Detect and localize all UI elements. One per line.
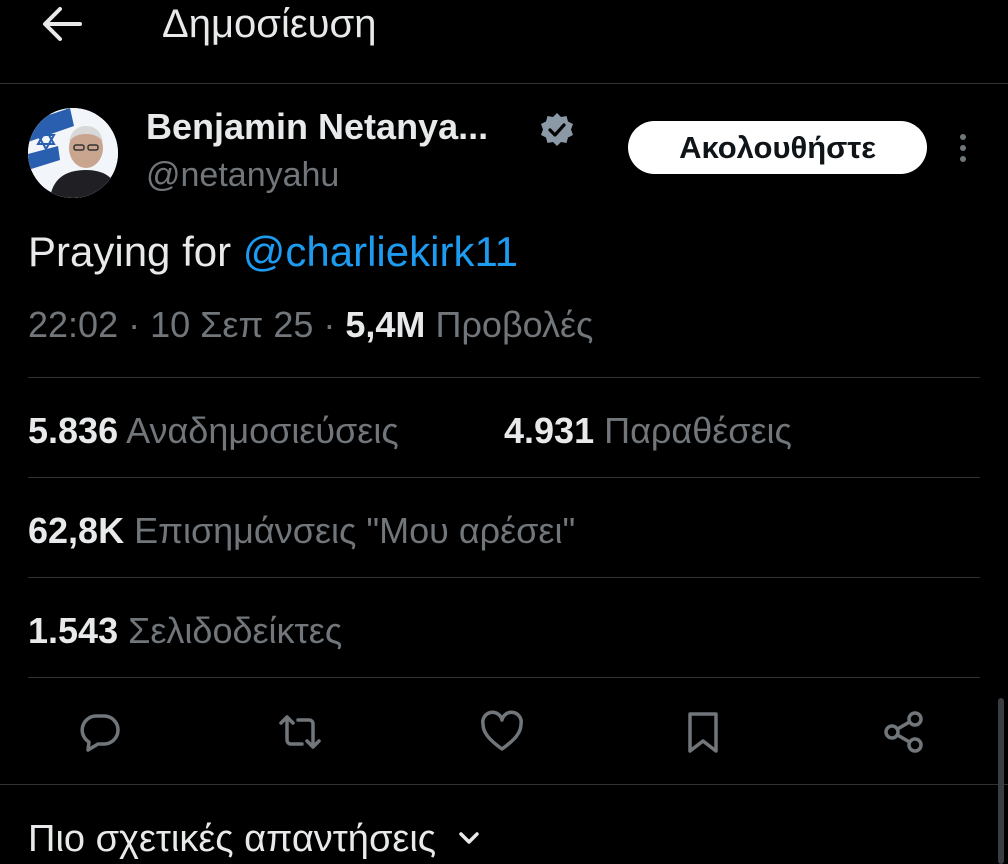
share-icon[interactable] <box>880 708 928 756</box>
post-meta: 22:02 · 10 Σεπ 25 · 5,4M Προβολές <box>28 304 593 346</box>
like-icon[interactable] <box>478 708 526 756</box>
quotes-label: Παραθέσεις <box>604 410 792 451</box>
author-handle[interactable]: @netanyahu <box>146 156 339 195</box>
repost-icon[interactable] <box>276 708 324 756</box>
post-time[interactable]: 22:02 <box>28 304 118 345</box>
post-date[interactable]: 10 Σεπ 25 <box>150 304 313 345</box>
quotes-count: 4.931 <box>504 410 595 451</box>
mention-link[interactable]: @charliekirk11 <box>243 228 518 275</box>
reposts-label: Αναδημοσιεύσεις <box>126 410 399 451</box>
bookmark-icon[interactable] <box>679 708 727 756</box>
likes-label: Επισημάνσεις "Μου αρέσει" <box>134 510 576 551</box>
reposts-count: 5.836 <box>28 410 119 451</box>
verified-badge-icon <box>538 111 576 149</box>
divider <box>28 677 980 678</box>
scrollbar[interactable] <box>998 698 1004 864</box>
follow-button[interactable]: Ακολουθήστε <box>628 121 927 174</box>
author-name[interactable]: Benjamin Netanya... <box>146 106 488 148</box>
meta-separator: · <box>128 304 141 345</box>
chevron-down-icon <box>455 819 483 862</box>
replies-sort-dropdown[interactable]: Πιο σχετικές απαντήσεις <box>28 818 483 862</box>
post-text-body: Praying for <box>28 228 243 275</box>
post-text: Praying for @charliekirk11 <box>28 228 518 276</box>
divider <box>28 577 980 578</box>
views-label: Προβολές <box>435 304 594 345</box>
divider <box>28 477 980 478</box>
header-divider <box>0 83 1008 84</box>
bookmarks-count: 1.543 <box>28 610 119 651</box>
back-arrow-icon[interactable] <box>40 4 84 44</box>
reposts-stat[interactable]: 5.836 Αναδημοσιεύσεις <box>28 410 399 452</box>
views-count: 5,4M <box>345 304 426 345</box>
reply-icon[interactable] <box>76 708 124 756</box>
quotes-stat[interactable]: 4.931 Παραθέσεις <box>504 410 792 452</box>
replies-sort-label: Πιο σχετικές απαντήσεις <box>28 818 437 860</box>
bookmarks-label: Σελιδοδείκτες <box>128 610 343 651</box>
likes-stat[interactable]: 62,8K Επισημάνσεις "Μου αρέσει" <box>28 510 575 552</box>
divider <box>0 784 1008 785</box>
likes-count: 62,8K <box>28 510 125 551</box>
meta-separator: · <box>323 304 336 345</box>
page-title: Δημοσίευση <box>162 2 377 46</box>
divider <box>28 377 980 378</box>
bookmarks-stat[interactable]: 1.543 Σελιδοδείκτες <box>28 610 342 652</box>
avatar[interactable] <box>28 108 118 198</box>
more-vertical-icon[interactable] <box>948 128 978 168</box>
